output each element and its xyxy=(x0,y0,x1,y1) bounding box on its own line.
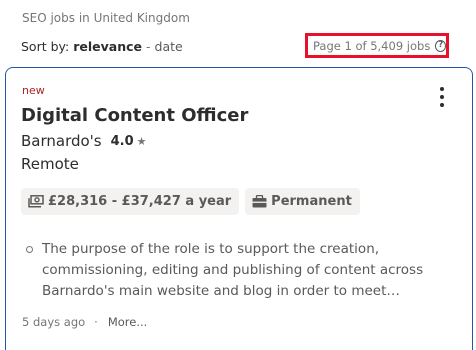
salary-text: £28,316 - £37,427 a year xyxy=(48,194,232,209)
more-options-icon[interactable] xyxy=(437,87,447,107)
job-footer: 5 days ago · More... xyxy=(22,315,147,329)
more-link[interactable]: More... xyxy=(108,315,147,329)
job-attributes: £28,316 - £37,427 a year Permanent xyxy=(21,188,360,215)
job-location: Remote xyxy=(21,155,79,173)
company-name: Barnardo's xyxy=(21,132,102,150)
money-icon xyxy=(28,195,44,208)
more-dot xyxy=(440,87,444,91)
footer-separator: · xyxy=(94,315,98,329)
page-count-indicator: Page 1 of 5,409 jobs ? xyxy=(305,33,449,58)
sort-relevance: relevance xyxy=(73,39,143,54)
sort-controls: Sort by: relevance - date xyxy=(21,39,183,54)
salary-tag: £28,316 - £37,427 a year xyxy=(21,188,240,215)
posted-date: 5 days ago xyxy=(22,315,86,329)
sort-label: Sort by: xyxy=(21,39,70,54)
company-rating: 4.0 xyxy=(110,133,134,149)
job-snippet: The purpose of the role is to support th… xyxy=(26,239,466,302)
snippet-bullet: The purpose of the role is to support th… xyxy=(26,239,466,302)
star-icon: ★ xyxy=(136,134,147,148)
help-circle-icon[interactable]: ? xyxy=(435,39,446,52)
sort-separator: - xyxy=(146,39,151,54)
company-row: Barnardo's 4.0 ★ xyxy=(21,132,147,150)
job-search-page: SEO jobs in United Kingdom Sort by: rele… xyxy=(0,0,476,350)
briefcase-icon xyxy=(252,195,267,208)
more-dot xyxy=(440,103,444,107)
page-count-text: Page 1 of 5,409 jobs xyxy=(313,38,431,53)
new-badge: new xyxy=(22,84,45,97)
job-card[interactable]: new Digital Content Officer Barnardo's 4… xyxy=(5,67,473,350)
search-title: SEO jobs in United Kingdom xyxy=(22,11,190,25)
job-type-tag: Permanent xyxy=(245,188,360,215)
sort-date-link[interactable]: date xyxy=(155,39,183,54)
job-title-link[interactable]: Digital Content Officer xyxy=(21,105,248,126)
job-type-text: Permanent xyxy=(271,194,352,209)
more-dot xyxy=(440,95,444,99)
